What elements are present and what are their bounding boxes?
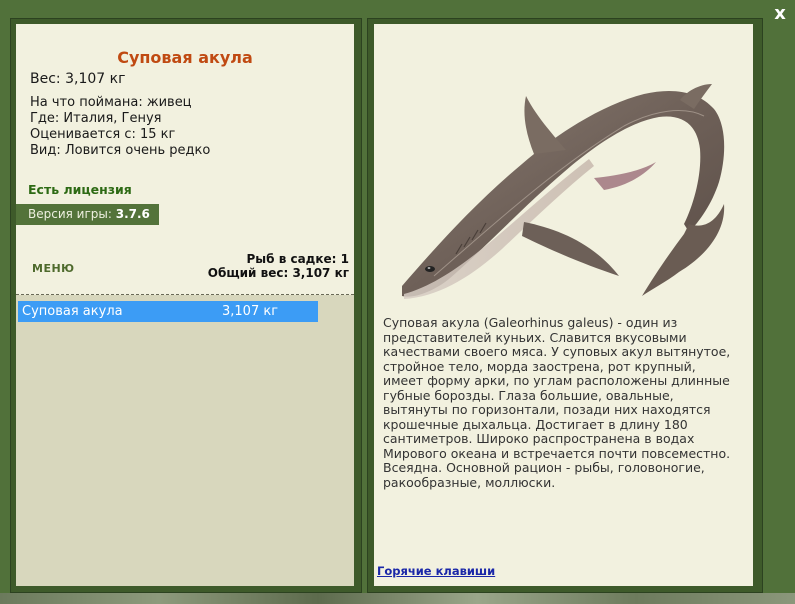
catch-weight: 3,107 кг (222, 304, 279, 319)
keepnet-count: Рыб в садке: 1 (246, 252, 350, 266)
close-button[interactable]: x (770, 4, 790, 24)
hotkeys-link[interactable]: Горячие клавиши (377, 564, 495, 578)
version-bar: Версия игры: 3.7.6 (16, 204, 159, 225)
shark-image (402, 84, 725, 299)
detail-bait: На что поймана: живец (30, 95, 192, 110)
fish-info-card: Суповая акула Вес: 3,107 кг На что пойма… (16, 24, 354, 295)
fish-weight: Вес: 3,107 кг (30, 71, 126, 87)
keepnet-stats: Рыб в садке: 1 Общий вес: 3,107 кг (208, 252, 349, 280)
menu-button[interactable]: МЕНЮ (32, 262, 75, 275)
right-panel: Суповая акула (Galeorhinus galeus) - оди… (374, 24, 753, 586)
license-status: Есть лицензия (28, 182, 132, 197)
fish-description: Суповая акула (Galeorhinus galeus) - оди… (383, 315, 731, 490)
bottom-strip (0, 593, 795, 604)
left-panel: Суповая акула Вес: 3,107 кг На что пойма… (16, 24, 354, 586)
detail-rarity: Вид: Ловится очень редко (30, 143, 211, 158)
fish-details: На что поймана: живец Где: Италия, Генуя… (30, 95, 210, 159)
catch-list-item[interactable]: Суповая акула 3,107 кг (18, 301, 318, 322)
detail-location: Где: Италия, Генуя (30, 111, 162, 126)
catch-name: Суповая акула (22, 304, 123, 319)
version-number: 3.7.6 (115, 207, 150, 221)
version-label: Версия игры: (28, 207, 112, 221)
fish-title: Суповая акула (117, 48, 253, 67)
detail-value: Оценивается с: 15 кг (30, 127, 176, 142)
divider (16, 294, 354, 295)
keepnet-total-weight: Общий вес: 3,107 кг (207, 266, 349, 280)
